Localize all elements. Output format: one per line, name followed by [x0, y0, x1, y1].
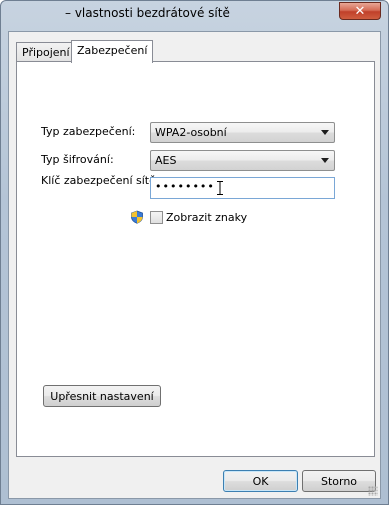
tab-connection[interactable]: Připojení — [16, 42, 76, 61]
window-title: – vlastnosti bezdrátové sítě — [65, 6, 230, 20]
dialog-client-area: Připojení Zabezpečení Typ zabezpečení: W… — [8, 31, 381, 499]
network-key-input[interactable]: •••••••• — [150, 177, 335, 199]
uac-shield-icon — [131, 210, 143, 224]
security-type-label: Typ zabezpečení: — [41, 125, 136, 138]
properties-window: – vlastnosti bezdrátové sítě ✕ Připojení… — [0, 0, 389, 505]
encryption-type-value: AES — [155, 154, 177, 167]
text-cursor-icon — [217, 181, 223, 195]
dropdown-arrow-icon — [321, 130, 329, 135]
network-key-label: Klíč zabezpečení sítě — [41, 174, 156, 187]
advanced-settings-button[interactable]: Upřesnit nastavení — [43, 385, 161, 407]
ok-button[interactable]: OK — [223, 470, 298, 492]
encryption-type-label: Typ šifrování: — [41, 153, 114, 166]
close-icon: ✕ — [354, 3, 366, 19]
security-type-select[interactable]: WPA2-osobní — [150, 122, 335, 143]
security-tab-panel: Typ zabezpečení: WPA2-osobní Typ šifrová… — [16, 61, 375, 457]
security-type-value: WPA2-osobní — [155, 126, 227, 139]
resize-grip-icon[interactable] — [368, 486, 378, 496]
cancel-button[interactable]: Storno — [302, 470, 376, 492]
encryption-type-select[interactable]: AES — [150, 150, 335, 171]
network-key-value: •••••••• — [155, 180, 215, 193]
show-characters-checkbox[interactable] — [150, 211, 163, 224]
close-button[interactable]: ✕ — [339, 2, 381, 20]
title-bar[interactable]: – vlastnosti bezdrátové sítě ✕ — [1, 1, 388, 27]
tab-security[interactable]: Zabezpečení — [71, 40, 154, 63]
dropdown-arrow-icon — [321, 158, 329, 163]
show-characters-label[interactable]: Zobrazit znaky — [166, 211, 247, 224]
